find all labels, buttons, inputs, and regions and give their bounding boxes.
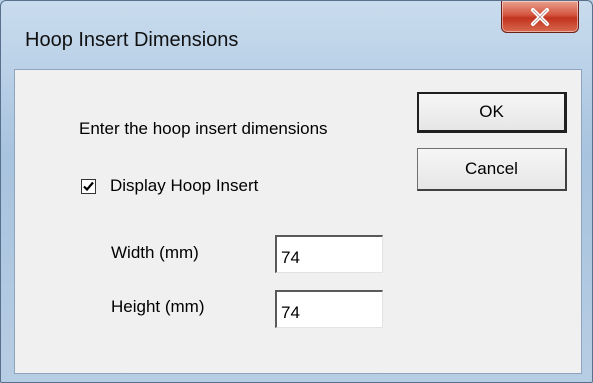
close-button[interactable] (501, 1, 579, 33)
height-input[interactable] (275, 290, 383, 328)
display-hoop-insert-label: Display Hoop Insert (110, 176, 259, 195)
width-input[interactable] (275, 235, 383, 273)
instruction-label: Enter the hoop insert dimensions (79, 119, 328, 138)
dialog-body: Enter the hoop insert dimensions OK Canc… (14, 69, 582, 374)
checkmark-icon (83, 181, 94, 191)
height-label: Height (mm) (111, 297, 205, 316)
ok-button[interactable]: OK (417, 92, 567, 133)
display-hoop-insert-checkbox[interactable] (81, 178, 96, 194)
close-icon (531, 7, 549, 26)
dialog-window: Hoop Insert Dimensions Enter the hoop in… (0, 0, 593, 383)
display-hoop-insert-checkbox-row[interactable]: Display Hoop Insert (81, 176, 258, 196)
cancel-button[interactable]: Cancel (417, 148, 567, 191)
width-label: Width (mm) (111, 243, 199, 262)
window-title: Hoop Insert Dimensions (25, 29, 239, 51)
